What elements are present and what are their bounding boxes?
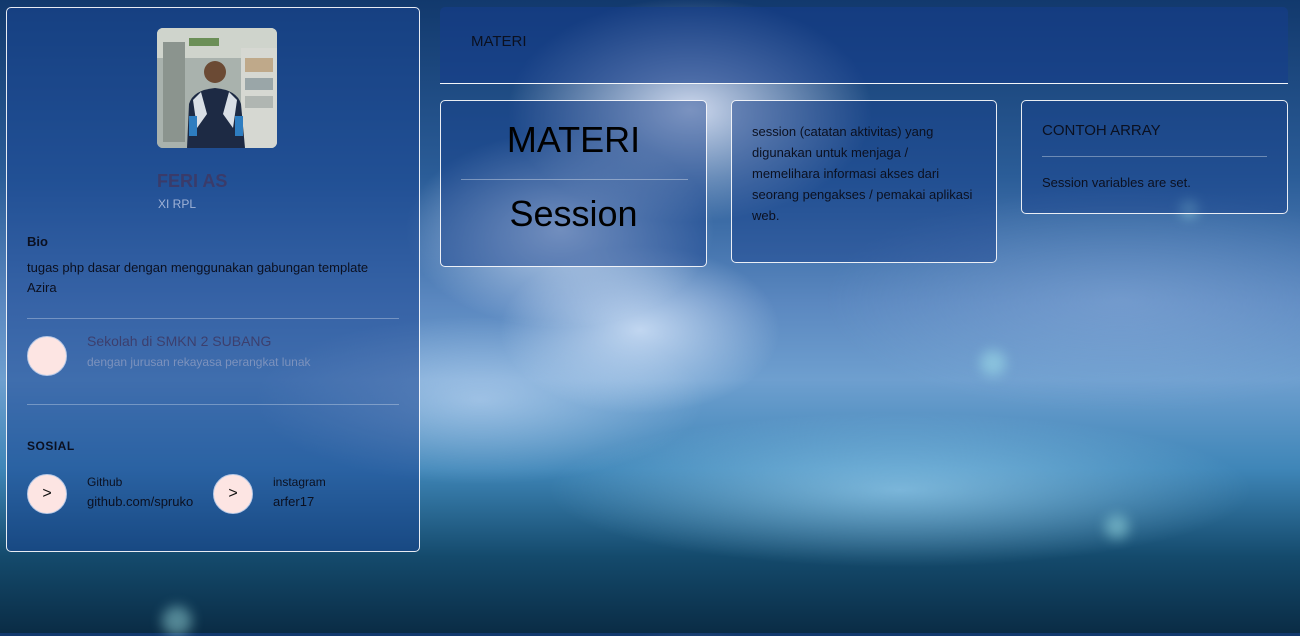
bio-text: tugas php dasar dengan menggunakan gabun… (27, 260, 369, 295)
session-heading: Session (509, 193, 638, 234)
school-subtitle: dengan jurusan rekayasa perangkat lunak (87, 355, 311, 369)
divider (27, 404, 399, 405)
profile-photo-icon (157, 28, 277, 148)
background-glow (980, 350, 1006, 376)
array-card: CONTOH ARRAY Session variables are set. (1021, 100, 1288, 214)
social-title: SOSIAL (27, 439, 75, 453)
instagram-label: instagram (273, 475, 326, 489)
github-label: Github (87, 475, 123, 489)
profile-name: FERI AS (157, 171, 228, 191)
description-card: session (catatan aktivitas) yang digunak… (731, 100, 997, 263)
instagram-value[interactable]: arfer17 (273, 494, 314, 509)
avatar (157, 28, 277, 148)
school-title: Sekolah di SMKN 2 SUBANG (87, 333, 272, 349)
school-icon (27, 336, 67, 376)
divider (461, 179, 688, 180)
bio-title: Bio (27, 234, 48, 249)
materi-card: MATERI Session (440, 100, 707, 267)
array-title: CONTOH ARRAY (1042, 122, 1161, 139)
instagram-link-button[interactable]: > (213, 474, 253, 514)
profile-card: FERI AS XI RPL Bio tugas php dasar denga… (6, 7, 420, 552)
array-text: Session variables are set. (1042, 175, 1191, 190)
materi-heading: MATERI (506, 119, 641, 160)
github-link-button[interactable]: > (27, 474, 67, 514)
background-glow (162, 606, 192, 636)
background-glow (1105, 515, 1129, 539)
github-value[interactable]: github.com/spruko (87, 494, 193, 509)
page-header: MATERI (440, 7, 1288, 84)
description-text: session (catatan aktivitas) yang digunak… (752, 124, 973, 223)
profile-class: XI RPL (158, 197, 197, 211)
divider (27, 318, 399, 319)
page-title: MATERI (471, 33, 527, 50)
divider (1042, 156, 1267, 157)
